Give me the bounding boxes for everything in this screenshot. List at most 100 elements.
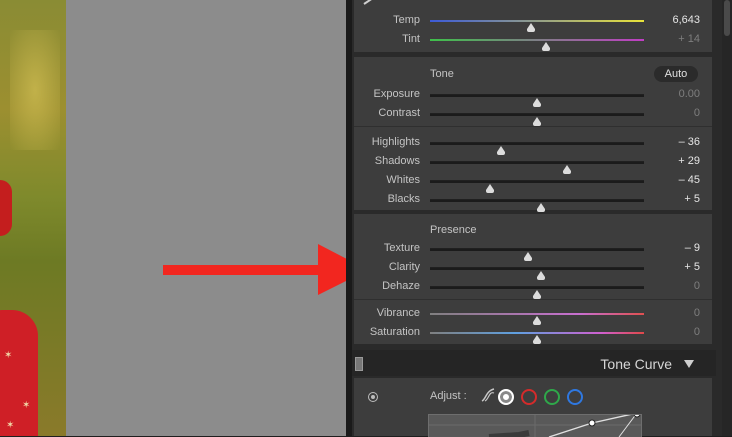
slider-label: Exposure [373,88,420,100]
slider-row-tint: Tint + 14 [354,31,712,51]
photo-sparkle: ✶ [22,400,31,411]
slider-handle[interactable] [533,335,541,344]
slider-track[interactable] [430,332,644,344]
tone-curve-graph[interactable] [428,414,642,437]
slider-value[interactable]: + 5 [640,193,700,205]
slider-value[interactable]: 0 [640,107,700,119]
slider-track[interactable] [430,161,644,174]
slider-track[interactable] [430,286,644,299]
photo-foliage [10,30,60,150]
slider-track[interactable] [430,180,644,193]
auto-tone-button[interactable]: Auto [654,66,698,82]
slider-track[interactable] [430,39,644,51]
slider-track[interactable] [430,267,644,280]
tone-curve-section: Adjust : [354,378,712,437]
slider-handle[interactable] [526,23,535,32]
red-channel-button[interactable] [521,389,537,405]
slider-handle[interactable] [537,203,546,212]
slider-row-saturation: Saturation 0 [354,324,712,344]
section-divider [354,299,712,300]
tone-section: Tone Auto Exposure 0.00 Contrast 0 Highlight… [354,57,712,212]
slider-value[interactable]: 0 [640,307,700,319]
section-divider [354,126,712,127]
slider-track[interactable] [430,20,644,32]
green-channel-button[interactable] [544,389,560,405]
slider-label: Tint [402,33,420,45]
slider-row-dehaze: Dehaze 0 [354,278,712,299]
slider-value[interactable]: + 5 [640,261,700,273]
slider-track[interactable] [430,113,644,126]
eyedropper-icon[interactable] [362,0,384,6]
slider-track[interactable] [430,248,644,261]
slider-label: Highlights [371,136,420,148]
slider-value[interactable]: – 9 [640,242,700,254]
slider-row-texture: Texture – 9 [354,240,712,261]
slider-handle[interactable] [537,271,546,280]
slider-handle[interactable] [524,252,533,261]
slider-label: Contrast [378,107,420,119]
scrollbar-thumb[interactable] [724,0,730,36]
slider-handle[interactable] [562,165,571,174]
slider-label: Clarity [388,261,420,273]
slider-row-clarity: Clarity + 5 [354,259,712,280]
tone-curve-title: Tone Curve [600,356,672,372]
presence-title: Presence [430,224,477,236]
panel-switch-icon[interactable] [355,357,363,371]
tone-title: Tone [430,68,454,80]
arrow-shaft [163,265,323,275]
slider-row-highlights: Highlights – 36 [354,134,712,155]
slider-row-shadows: Shadows + 29 [354,153,712,174]
curve-point [588,419,596,427]
slider-handle[interactable] [533,290,541,299]
slider-handle[interactable] [485,184,494,193]
slider-value[interactable]: – 36 [640,136,700,148]
photo-preview: ✶ ✶ ✶ [0,0,66,436]
slider-value[interactable]: – 45 [640,174,700,186]
disclosure-triangle-icon[interactable] [684,360,694,368]
slider-value[interactable]: + 14 [640,33,700,45]
white-balance-section: Temp 6,643 Tint + 14 [354,0,712,52]
slider-row-contrast: Contrast 0 [354,105,712,126]
photo-red-hat [0,180,12,236]
slider-label: Shadows [374,155,420,167]
target-adjust-icon[interactable] [368,392,378,402]
develop-panel: Temp 6,643 Tint + 14 Tone Auto Exposure 0.00… [346,0,732,437]
slider-label: Texture [383,242,420,254]
slider-label: Blacks [387,193,420,205]
slider-handle[interactable] [533,316,541,325]
slider-track[interactable] [430,313,644,325]
parametric-curve-icon[interactable] [480,387,496,403]
slider-handle[interactable] [541,42,550,51]
slider-row-exposure: Exposure 0.00 [354,86,712,107]
curve-point [633,415,641,418]
adjust-label: Adjust : [430,390,467,402]
slider-track[interactable] [430,94,644,107]
slider-value[interactable]: 0 [640,280,700,292]
slider-handle[interactable] [533,98,541,107]
slider-row-vibrance: Vibrance 0 [354,305,712,325]
slider-label: Temp [393,14,420,26]
slider-label: Saturation [369,326,420,338]
slider-handle[interactable] [496,146,505,155]
slider-row-whites: Whites – 45 [354,172,712,193]
slider-handle[interactable] [533,117,541,126]
photo-sparkle: ✶ [4,350,13,361]
panel-scrollbar[interactable] [722,0,732,436]
slider-value[interactable]: 0.00 [640,88,700,100]
canvas-background [66,0,346,436]
slider-value[interactable]: 0 [640,326,700,338]
rgb-channel-button[interactable] [498,389,514,405]
slider-label: Vibrance [376,307,420,319]
photo-red-dress [0,310,38,436]
annotation-arrow [163,244,368,295]
slider-row-temp: Temp 6,643 [354,12,712,32]
slider-value[interactable]: 6,643 [640,14,700,26]
slider-label: Dehaze [382,280,420,292]
slider-track[interactable] [430,142,644,155]
slider-value[interactable]: + 29 [640,155,700,167]
blue-channel-button[interactable] [567,389,583,405]
slider-label: Whites [386,174,420,186]
curve-line [429,415,641,437]
slider-track[interactable] [430,199,644,212]
tone-curve-header[interactable]: Tone Curve [352,350,716,376]
